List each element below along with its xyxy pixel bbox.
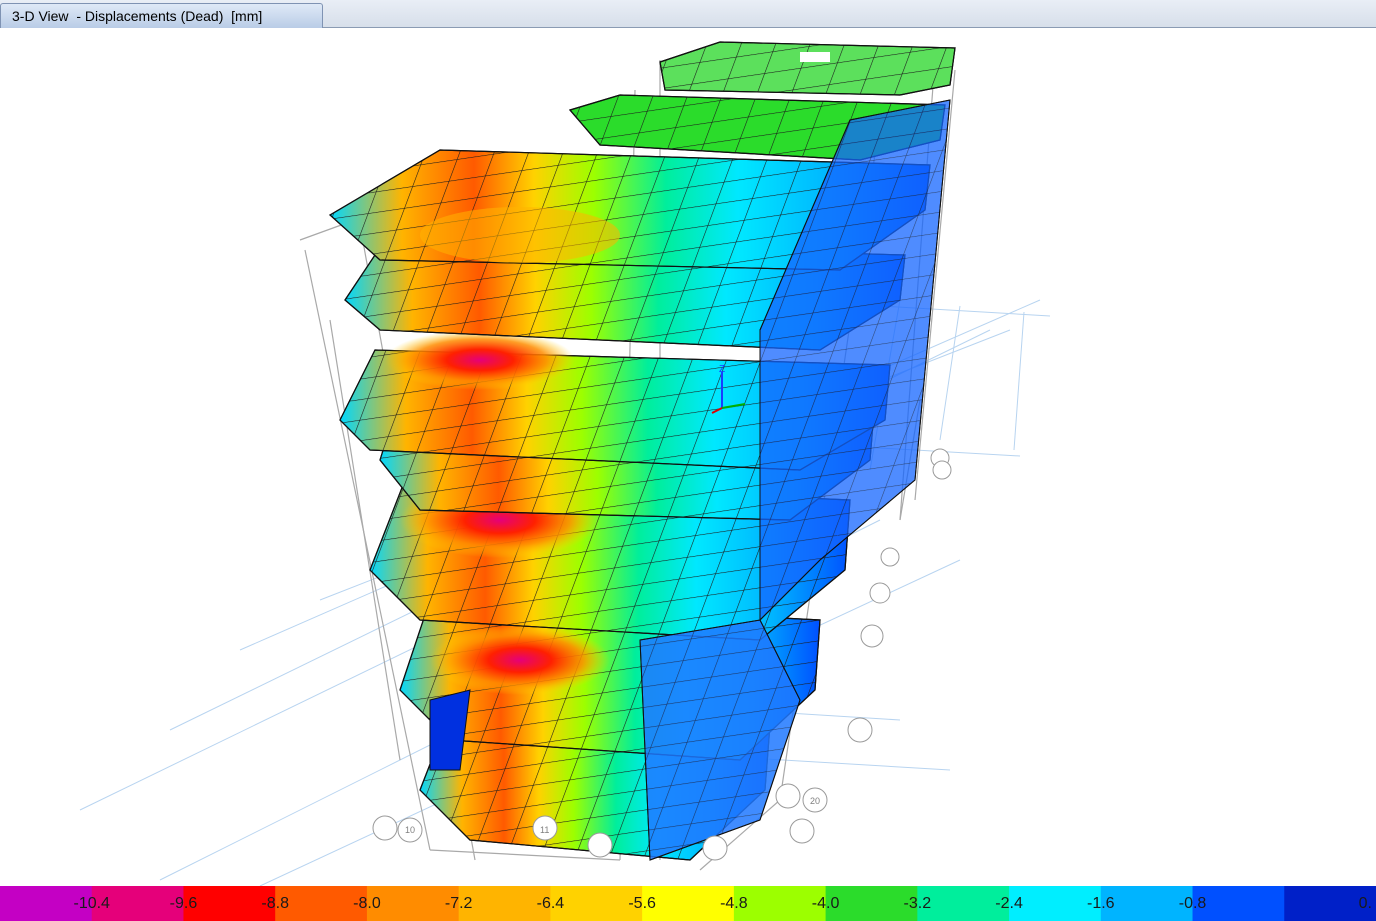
legend-tick-label: -4.8: [720, 895, 748, 912]
legend-tick-label: -0.8: [1179, 895, 1207, 912]
legend-tick-label: -4.0: [812, 895, 840, 912]
legend-tick-label: -8.8: [261, 895, 289, 912]
legend-tick-label: -6.4: [537, 895, 565, 912]
tab-3d-view[interactable]: 3-D View - Displacements (Dead) [mm]: [0, 3, 323, 28]
legend-tick-label: -7.2: [445, 895, 473, 912]
legend-tick-label: -5.6: [628, 895, 656, 912]
legend-tick-label: -2.4: [995, 895, 1023, 912]
z-axis-label: Z: [719, 364, 725, 375]
grid-bubble-label: 11: [540, 825, 549, 835]
document-tab-bar: 3-D View - Displacements (Dead) [mm]: [0, 0, 1376, 28]
contour-legend-bar: -10.4 -9.6 -8.8 -8.0 -7.2 -6.4 -5.6 -4.8 -4.0 -3.…: [0, 886, 1376, 921]
legend-tick-label: 0.: [1359, 895, 1372, 912]
deformed-shape-plot: 10 11 20 Z: [79, 41, 1051, 886]
grid-bubble-label: 10: [405, 825, 415, 835]
legend-tick-label: -10.4: [73, 895, 110, 912]
legend-tick-label: -3.2: [904, 895, 932, 912]
legend-tick-label: -9.6: [170, 895, 198, 912]
model-3d-viewport[interactable]: 10 11 20 Z: [0, 29, 1376, 886]
legend-tick-label: -8.0: [353, 895, 381, 912]
legend-color-band: [1192, 886, 1286, 921]
legend-tick-label: -1.6: [1087, 895, 1115, 912]
grid-bubble-label: 20: [810, 796, 820, 806]
